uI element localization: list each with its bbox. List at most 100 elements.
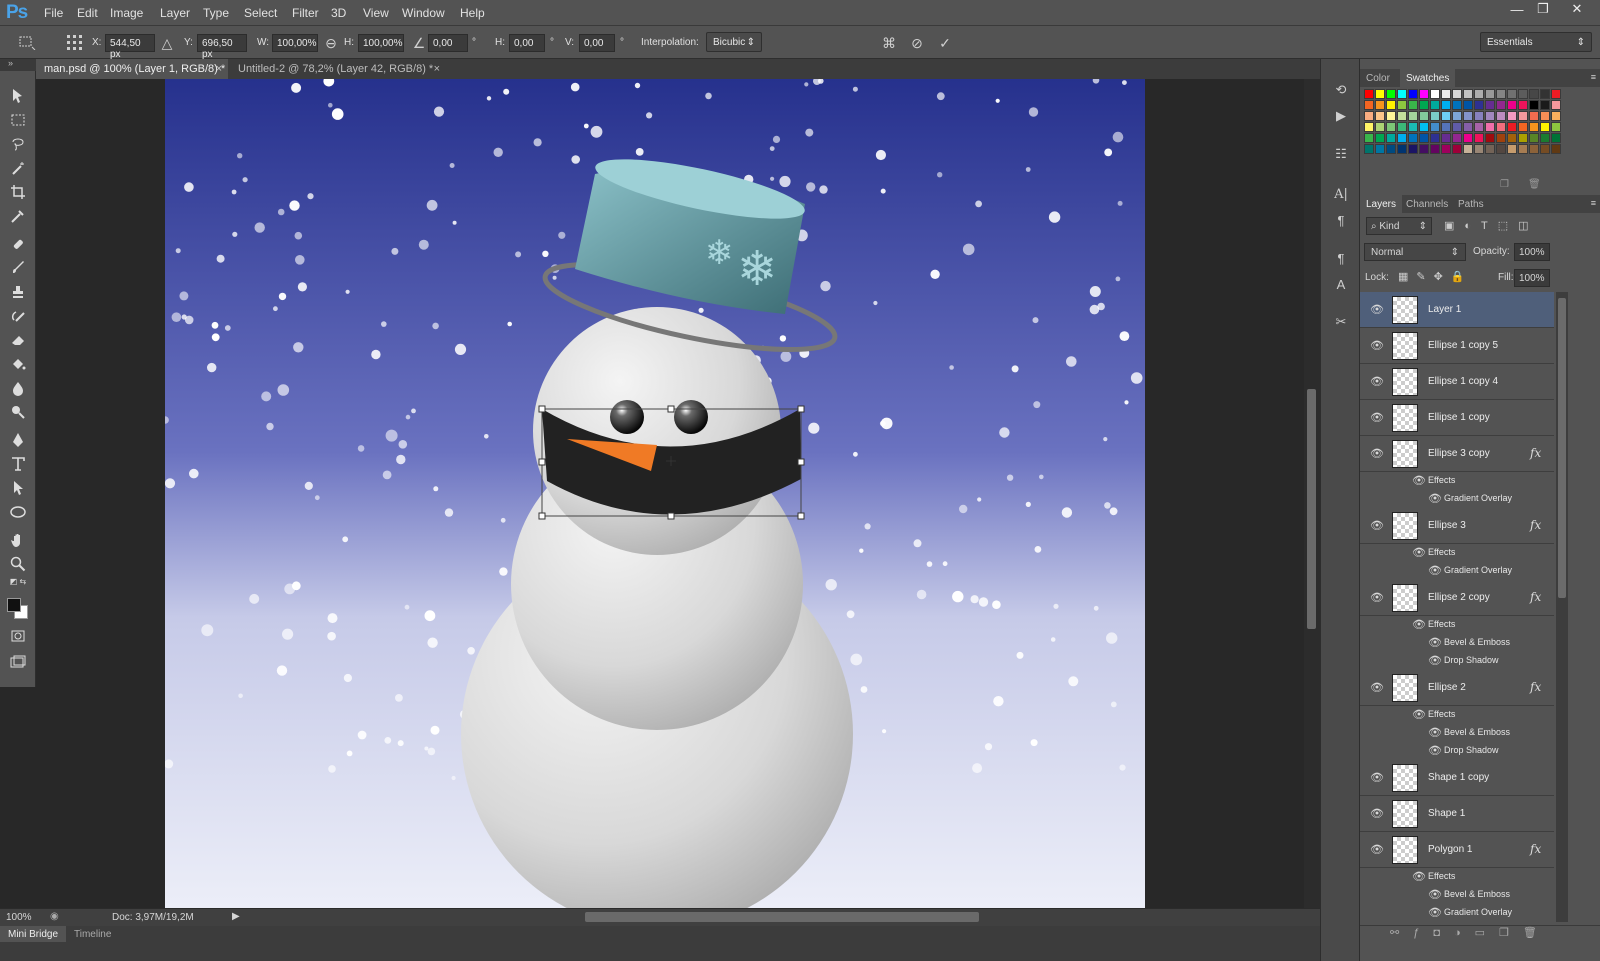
width-field[interactable]: 100,00% (272, 34, 318, 52)
color-swatch[interactable] (1518, 89, 1528, 99)
visibility-eye-icon[interactable]: 👁 (1428, 492, 1442, 506)
layer-name[interactable]: Ellipse 3 (1428, 520, 1466, 531)
color-swatch[interactable] (1507, 100, 1517, 110)
screen-mode-icon[interactable] (6, 651, 30, 673)
layer-thumbnail[interactable] (1392, 764, 1418, 792)
layer-row[interactable]: 👁 Ellipse 2 fx (1360, 670, 1554, 706)
delete-swatch-icon[interactable]: 🗑 (1528, 179, 1541, 190)
hand-tool-icon[interactable] (6, 529, 30, 551)
transform-tool-icon[interactable] (18, 34, 36, 52)
menu-3d[interactable]: 3D (331, 6, 346, 20)
lock-icons[interactable]: ▦✎✥🔒 (1398, 270, 1473, 283)
color-swatch[interactable] (1408, 133, 1418, 143)
reference-point-icon[interactable] (66, 34, 84, 52)
color-swatch[interactable] (1485, 111, 1495, 121)
color-swatch[interactable] (1452, 144, 1462, 154)
tool-presets-icon[interactable]: ✂ (1329, 311, 1353, 333)
scroll-thumb[interactable] (1558, 298, 1566, 598)
color-swatch[interactable] (1496, 111, 1506, 121)
menu-window[interactable]: Window (402, 6, 445, 20)
layer-name[interactable]: Polygon 1 (1428, 844, 1472, 855)
quick-mask-icon[interactable] (6, 625, 30, 647)
visibility-eye-icon[interactable]: 👁 (1412, 618, 1426, 632)
color-swatch[interactable] (1430, 133, 1440, 143)
visibility-eye-icon[interactable]: 👁 (1428, 564, 1442, 578)
history-brush-tool-icon[interactable] (6, 305, 30, 327)
layer-name[interactable]: Ellipse 2 copy (1428, 592, 1490, 603)
zoom-tool-icon[interactable] (6, 553, 30, 575)
layers-scrollbar[interactable] (1556, 292, 1568, 922)
layer-thumbnail[interactable] (1392, 584, 1418, 612)
lasso-tool-icon[interactable] (6, 133, 30, 155)
color-swatch[interactable] (1507, 111, 1517, 121)
cancel-transform-icon[interactable]: ⊘ (908, 34, 926, 52)
color-swatch[interactable] (1551, 133, 1561, 143)
color-swatch[interactable] (1452, 111, 1462, 121)
magic-wand-tool-icon[interactable] (6, 157, 30, 179)
paint-bucket-tool-icon[interactable] (6, 353, 30, 375)
layer-name[interactable]: Ellipse 3 copy (1428, 448, 1490, 459)
link-icon[interactable]: ⊖ (322, 34, 340, 52)
layer-thumbnail[interactable] (1392, 800, 1418, 828)
color-swatch[interactable] (1507, 122, 1517, 132)
fx-icon[interactable]: fx (1530, 590, 1541, 604)
color-swatch[interactable] (1397, 144, 1407, 154)
color-swatch[interactable] (1551, 89, 1561, 99)
color-swatch[interactable] (1518, 111, 1528, 121)
tab-untitled-2[interactable]: Untitled-2 @ 78,2% (Layer 42, RGB/8) * × (230, 59, 446, 79)
tab-man-psd[interactable]: man.psd @ 100% (Layer 1, RGB/8) * × (36, 59, 228, 79)
fx-icon[interactable]: fx (1530, 680, 1541, 694)
visibility-eye-icon[interactable]: 👁 (1370, 681, 1384, 695)
color-swatch[interactable] (1408, 122, 1418, 132)
color-swatch[interactable] (1386, 100, 1396, 110)
layer-row[interactable]: 👁 Shape 1 copy (1360, 760, 1554, 796)
close-button[interactable]: ✕ (1560, 0, 1594, 18)
layer-row[interactable]: 👁 Ellipse 1 copy (1360, 400, 1554, 436)
color-swatch[interactable] (1408, 144, 1418, 154)
layer-thumbnail[interactable] (1392, 404, 1418, 432)
color-swatch[interactable] (1551, 122, 1561, 132)
color-swatch[interactable] (1452, 89, 1462, 99)
fill-field[interactable]: 100% (1514, 269, 1550, 287)
layer-name[interactable]: Ellipse 1 copy (1428, 412, 1490, 423)
color-swatch[interactable] (1474, 89, 1484, 99)
opacity-field[interactable]: 100% (1514, 243, 1550, 261)
status-icon[interactable]: ◉ (50, 911, 59, 922)
filter-kind-select[interactable]: ⌕ Kind ⇕ (1366, 217, 1432, 235)
visibility-eye-icon[interactable]: 👁 (1370, 519, 1384, 533)
tab-layers[interactable]: Layers (1360, 195, 1403, 213)
layer-name[interactable]: Shape 1 (1428, 808, 1465, 819)
healing-brush-tool-icon[interactable] (6, 233, 30, 255)
visibility-eye-icon[interactable]: 👁 (1412, 546, 1426, 560)
color-swatch[interactable] (1463, 122, 1473, 132)
move-tool-icon[interactable] (6, 85, 30, 107)
menu-help[interactable]: Help (460, 6, 485, 20)
color-swatch[interactable] (1518, 133, 1528, 143)
hskew-field[interactable]: 0,00 (509, 34, 545, 52)
tab-channels[interactable]: Channels (1400, 195, 1454, 213)
minimize-button[interactable]: — (1504, 0, 1530, 18)
marquee-tool-icon[interactable] (6, 109, 30, 131)
color-swatch[interactable] (1474, 100, 1484, 110)
color-swatch[interactable] (1551, 111, 1561, 121)
visibility-eye-icon[interactable]: 👁 (1428, 888, 1442, 902)
layer-row[interactable]: 👁 Shape 1 (1360, 796, 1554, 832)
color-swatch[interactable] (1375, 122, 1385, 132)
visibility-eye-icon[interactable]: 👁 (1370, 843, 1384, 857)
color-swatch[interactable] (1364, 133, 1374, 143)
visibility-eye-icon[interactable]: 👁 (1370, 339, 1384, 353)
color-swatch[interactable] (1364, 111, 1374, 121)
color-swatch[interactable] (1375, 89, 1385, 99)
color-swatch[interactable] (1540, 133, 1550, 143)
color-swatch[interactable] (1386, 122, 1396, 132)
paragraph-styles-icon[interactable]: ¶ (1329, 247, 1353, 269)
panel-menu-icon[interactable]: ≡ (1591, 198, 1596, 208)
layer-row[interactable]: 👁 Polygon 1 fx (1360, 832, 1554, 868)
visibility-eye-icon[interactable]: 👁 (1428, 744, 1442, 758)
crop-tool-icon[interactable] (6, 181, 30, 203)
toolbox-header[interactable]: » (0, 58, 36, 71)
color-swatch[interactable] (1474, 144, 1484, 154)
visibility-eye-icon[interactable]: 👁 (1428, 654, 1442, 668)
color-swatch[interactable] (1463, 89, 1473, 99)
color-swatch[interactable] (1408, 111, 1418, 121)
